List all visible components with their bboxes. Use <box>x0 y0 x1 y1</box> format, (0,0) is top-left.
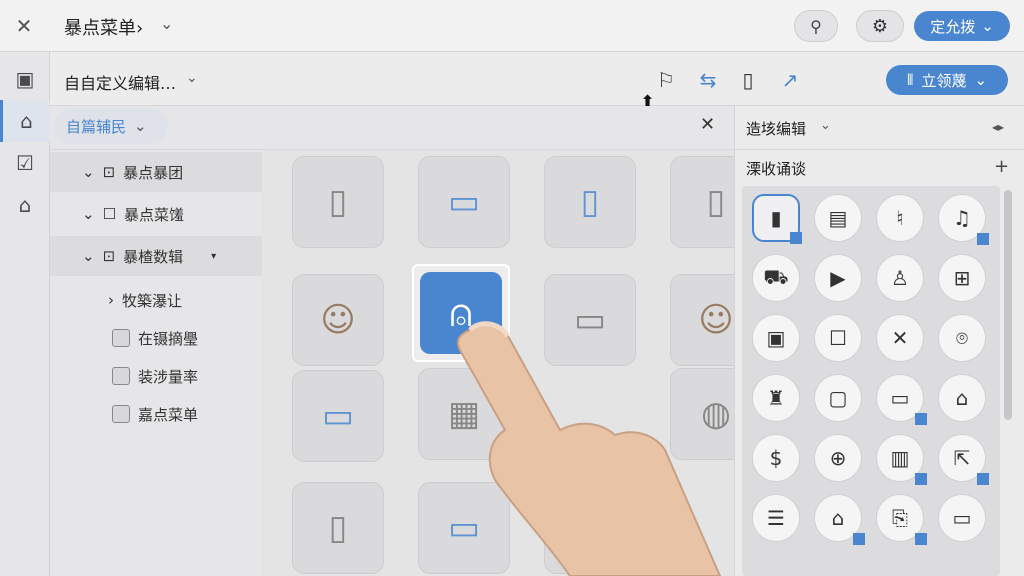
dock-icon[interactable]: ◂▸ <box>992 120 1004 134</box>
box-icon[interactable]: ☐ <box>814 314 862 362</box>
folder-icon: ⊡ <box>102 247 116 265</box>
tree-label: 暴点暴团 <box>123 163 184 182</box>
swap-icon[interactable]: ⇆ <box>694 66 722 94</box>
add-icon[interactable]: + <box>994 156 1009 177</box>
phone-tile-icon[interactable]: ▯ <box>292 482 384 574</box>
right-panel-title[interactable]: 造垓编辑 <box>746 118 806 139</box>
publish-label: 立领蔑 <box>921 71 967 90</box>
chevron-down-icon[interactable]: ⌄ <box>160 14 173 33</box>
selection-marker <box>915 533 927 545</box>
tree-item[interactable]: › 牧築瀑让 <box>50 280 262 320</box>
tree-label: 装涉量率 <box>138 367 199 386</box>
bell-icon[interactable]: ♮ <box>876 194 924 242</box>
tree-item[interactable]: 在镊摘璺 <box>50 318 262 358</box>
chevron-down-icon[interactable]: ⌄ <box>820 118 831 133</box>
user-icon[interactable]: ♙ <box>876 254 924 302</box>
close-icon[interactable]: ✕ <box>700 114 715 135</box>
music-note-icon[interactable]: ♫ <box>938 194 989 245</box>
tree-group[interactable]: ⌄ ⊡ 暴点暴团 <box>50 152 262 192</box>
phone-tile-icon[interactable]: ▯ <box>292 156 384 248</box>
section-title: 溧收诵谈 <box>746 160 807 178</box>
device-tile-icon[interactable]: ▯ <box>544 156 636 248</box>
preview-button[interactable]: ⚲ <box>794 10 838 42</box>
editor-title[interactable]: 自自定义编辑… <box>64 70 176 94</box>
panel-tab-label: 自篇辅民 <box>66 117 127 136</box>
caret-icon: ▾ <box>211 250 217 262</box>
folder-icon: ⊡ <box>102 163 116 181</box>
selection-marker <box>977 473 989 485</box>
gear-icon: ⚙ <box>871 15 889 37</box>
lamp-icon[interactable]: ♜ <box>752 374 800 422</box>
page-icon[interactable]: ▣ <box>0 58 50 100</box>
game-controller-icon[interactable]: ⊕ <box>814 434 862 482</box>
play-icon[interactable]: ▶ <box>814 254 862 302</box>
scrollbar[interactable] <box>1004 190 1012 420</box>
landscape-icon[interactable]: ▭ <box>876 374 927 425</box>
preview-icon: ⚲ <box>810 16 822 36</box>
document-icon[interactable]: ▤ <box>814 194 862 242</box>
app-logo-icon: ✕ <box>15 14 33 38</box>
settings-button[interactable]: ⚙ <box>856 10 904 42</box>
phone-icon[interactable]: ▮ <box>752 194 802 244</box>
house-icon[interactable]: ⌂ <box>814 494 865 545</box>
tree-group[interactable]: ⌄ ☐ 暴点菜馐 <box>50 194 262 234</box>
tree-label: 暴点菜馐 <box>124 205 185 224</box>
tree-label: 牧築瀑让 <box>122 291 183 310</box>
tree-label: 暴楂数辑 <box>123 247 184 266</box>
publish-button[interactable]: ⦀ 立领蔑 ⌄ <box>886 65 1008 95</box>
confirm-label: 定允拨 <box>930 17 976 36</box>
image-icon[interactable]: ▣ <box>752 314 800 362</box>
home-outline-icon[interactable]: ⌂ <box>938 374 986 422</box>
export-icon[interactable]: ⇱ <box>938 434 989 485</box>
shield-dollar-icon[interactable]: $ <box>752 434 800 482</box>
shuffle-icon[interactable]: ✕ <box>876 314 924 362</box>
checkbox[interactable] <box>112 329 130 347</box>
chevron-down-icon: ⌄ <box>981 17 994 35</box>
image-tile-icon[interactable]: ▭ <box>292 370 384 462</box>
calendar-icon[interactable]: ☑ <box>0 142 50 184</box>
checkbox[interactable] <box>112 405 130 423</box>
selection-marker <box>853 533 865 545</box>
location-pin-icon[interactable]: ⌾ <box>938 314 986 362</box>
grid-icon[interactable]: ⊞ <box>938 254 986 302</box>
tree-item[interactable]: 嘉点菜单 <box>50 394 262 434</box>
share-icon[interactable]: ↗ <box>776 66 804 94</box>
confirm-button[interactable]: 定允拨 ⌄ <box>914 11 1010 41</box>
pointing-hand <box>457 321 722 576</box>
chevron-down-icon: ⌄ <box>82 247 95 265</box>
selection-marker <box>915 413 927 425</box>
avatar-tile-icon[interactable]: ☺ <box>292 274 384 366</box>
folder-icon: ☐ <box>102 205 117 223</box>
selection-marker <box>790 232 802 244</box>
chevron-down-icon: ⌄ <box>82 163 95 181</box>
home-outline-icon[interactable]: ⌂ <box>0 100 50 142</box>
tablet-icon[interactable]: ▢ <box>814 374 862 422</box>
tree-item[interactable]: 装涉量率 <box>50 356 262 396</box>
checkbox[interactable] <box>112 367 130 385</box>
left-rail: ▣ ⌂ ☑ ⌂ <box>0 52 50 576</box>
monitor-icon[interactable]: ▭ <box>938 494 986 542</box>
selection-marker <box>977 233 989 245</box>
selection-marker <box>915 473 927 485</box>
app-title[interactable]: 暴点菜单› <box>64 14 143 40</box>
barcode-icon[interactable]: ☰ <box>752 494 800 542</box>
tree-panel: ⌄ ⊡ 暴点暴团 ⌄ ☐ 暴点菜馐 ⌄ ⊡ 暴楂数辑 ▾ › 牧築瀑让 在镊摘璺 装涉量率 嘉点… <box>50 150 262 576</box>
image-tile-icon[interactable]: ▭ <box>418 156 510 248</box>
frame-icon[interactable]: ▥ <box>876 434 927 485</box>
alert-user-icon[interactable]: ⚐ <box>652 66 680 94</box>
bars-icon: ⦀ <box>906 71 914 89</box>
house-icon[interactable]: ⌂ <box>0 184 50 226</box>
device-icon[interactable]: ▯ <box>734 66 762 94</box>
tree-group[interactable]: ⌄ ⊡ 暴楂数辑 ▾ <box>50 236 262 276</box>
panel-tab[interactable]: 自篇辅民 ⌄ <box>54 108 168 144</box>
clipboard-icon[interactable]: ⎘ <box>876 494 927 545</box>
chevron-down-icon: ⌄ <box>82 205 95 223</box>
tree-label: 在镊摘璺 <box>138 329 199 348</box>
chevron-down-icon: ⌄ <box>134 117 147 135</box>
truck-icon[interactable]: ⛟ <box>752 254 800 302</box>
chevron-down-icon: ⌄ <box>974 71 988 89</box>
chevron-right-icon: › <box>108 291 114 309</box>
tree-label: 嘉点菜单 <box>138 405 199 424</box>
chevron-down-icon[interactable]: ⌄ <box>186 70 198 86</box>
